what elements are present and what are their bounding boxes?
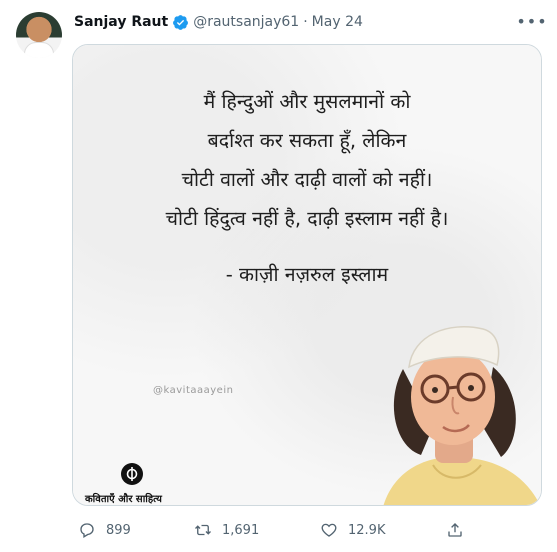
brand-logo-icon xyxy=(121,463,143,485)
author-name[interactable]: Sanjay Raut xyxy=(74,14,168,30)
avatar[interactable] xyxy=(16,12,62,58)
tweet-date[interactable]: May 24 xyxy=(312,14,363,30)
tweet: Sanjay Raut @rautsanjay61 · May 24 ••• म… xyxy=(0,0,557,552)
quote-line-2: बर्दाश्त कर सकता हूँ, लेकिन xyxy=(207,129,407,152)
separator-dot: · xyxy=(303,14,308,30)
share-icon xyxy=(448,523,462,537)
tweet-header: Sanjay Raut @rautsanjay61 · May 24 xyxy=(74,11,541,33)
quote-attribution: - काज़ी नज़रुल इस्लाम xyxy=(225,263,389,286)
verified-badge-icon xyxy=(172,14,189,31)
quote-line-1: मैं हिन्दुओं और मुसलमानों को xyxy=(203,90,411,113)
tweet-image[interactable]: मैं हिन्दुओं और मुसलमानों को बर्दाश्त कर… xyxy=(72,44,542,506)
retweet-count: 1,691 xyxy=(222,522,260,538)
portrait-illustration xyxy=(383,326,540,505)
retweet-icon xyxy=(195,524,211,536)
like-count: 12.9K xyxy=(348,522,386,538)
tweet-actions: 899 1,691 12.9K xyxy=(72,516,472,544)
reply-count: 899 xyxy=(106,522,131,538)
reply-icon xyxy=(80,523,94,538)
author-handle[interactable]: @rautsanjay61 xyxy=(193,14,299,30)
avatar-shirt xyxy=(24,42,54,58)
retweet-button[interactable]: 1,691 xyxy=(194,516,259,544)
more-options-icon[interactable]: ••• xyxy=(516,10,546,32)
quote-line-3: चोटी वालों और दाढ़ी वालों को नहीं। xyxy=(181,168,433,191)
watermark-text: @kavitaaayein xyxy=(153,385,234,396)
like-button[interactable]: 12.9K xyxy=(320,516,385,544)
share-button[interactable] xyxy=(446,516,464,544)
brand-name: कविताएँ और साहित्य xyxy=(85,494,162,505)
heart-icon xyxy=(321,523,337,537)
quote-line-4: चोटी हिंदुत्व नहीं है, दाढ़ी इस्लाम नहीं… xyxy=(165,207,449,230)
reply-button[interactable]: 899 xyxy=(78,516,131,544)
